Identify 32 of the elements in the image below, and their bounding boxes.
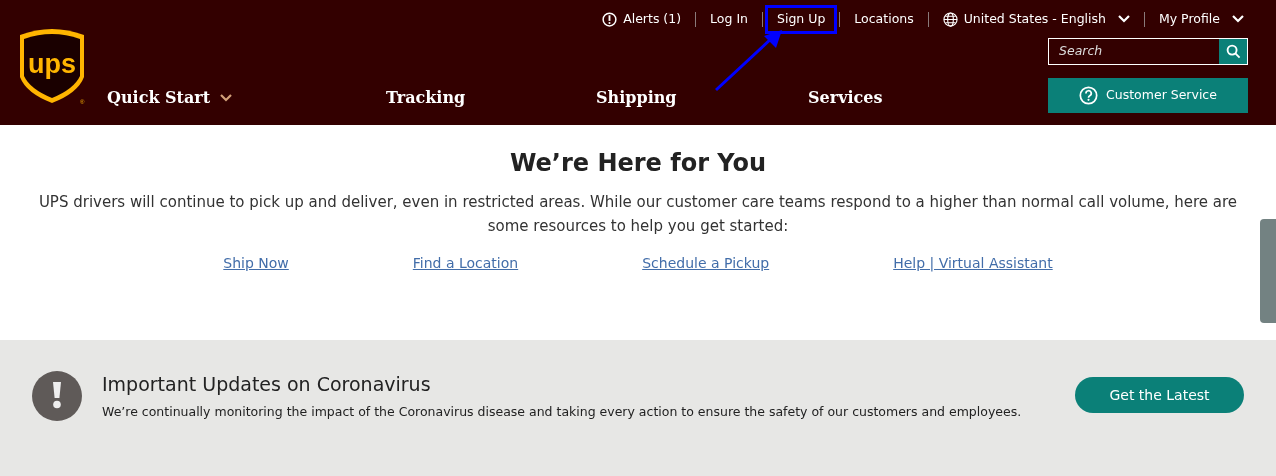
- nav-link[interactable]: Quick Start: [107, 86, 386, 110]
- search-icon: [1225, 44, 1241, 59]
- utility-link[interactable]: United States - English: [930, 5, 1142, 34]
- annotation-arrow: [714, 30, 782, 92]
- resource-link[interactable]: Ship Now: [223, 252, 289, 274]
- help-icon: [1079, 86, 1099, 105]
- alert-icon: [32, 371, 82, 421]
- resource-link[interactable]: Help | Virtual Assistant: [893, 252, 1053, 274]
- globe-icon: [942, 11, 958, 27]
- customer-service-button[interactable]: Customer Service: [1048, 78, 1248, 113]
- search-bar[interactable]: Search: [1048, 38, 1248, 65]
- utility-link[interactable]: Locations: [842, 5, 926, 34]
- chevron-down-icon: [1117, 15, 1130, 24]
- chevron-down-icon: [1232, 15, 1244, 24]
- banner-text: We’re continually monitoring the impact of the Coronavirus disease and taking every action to ensure the safety of our customers and employees.: [102, 402, 1023, 421]
- utility-link[interactable]: Sign Up: [765, 5, 838, 34]
- nav-link[interactable]: Services: [808, 86, 1008, 110]
- utility-link[interactable]: Log In: [698, 5, 760, 34]
- resource-link[interactable]: Find a Location: [412, 252, 519, 274]
- utility-link[interactable]: My Profile: [1146, 5, 1256, 34]
- banner-title: Important Updates on Coronavirus: [102, 372, 432, 397]
- search-button[interactable]: [1219, 39, 1247, 64]
- section-title: We’re Here for You: [508, 149, 768, 178]
- utility-link[interactable]: Alerts (1): [590, 5, 694, 34]
- search-field[interactable]: Search: [1049, 39, 1219, 64]
- alert-icon: [602, 11, 618, 27]
- get-latest-button[interactable]: Get the Latest: [1075, 377, 1244, 413]
- intro-paragraph: UPS drivers will continue to pick up and deliver, even in restricted areas. While our customer care teams respond to a higher than normal call volume, here are some resources to help you get started:: [37, 191, 1239, 237]
- resource-link[interactable]: Schedule a Pickup: [642, 252, 770, 274]
- chevron-down-icon: [220, 94, 233, 102]
- nav-link[interactable]: Shipping: [596, 86, 808, 110]
- nav-link[interactable]: Tracking: [386, 86, 596, 110]
